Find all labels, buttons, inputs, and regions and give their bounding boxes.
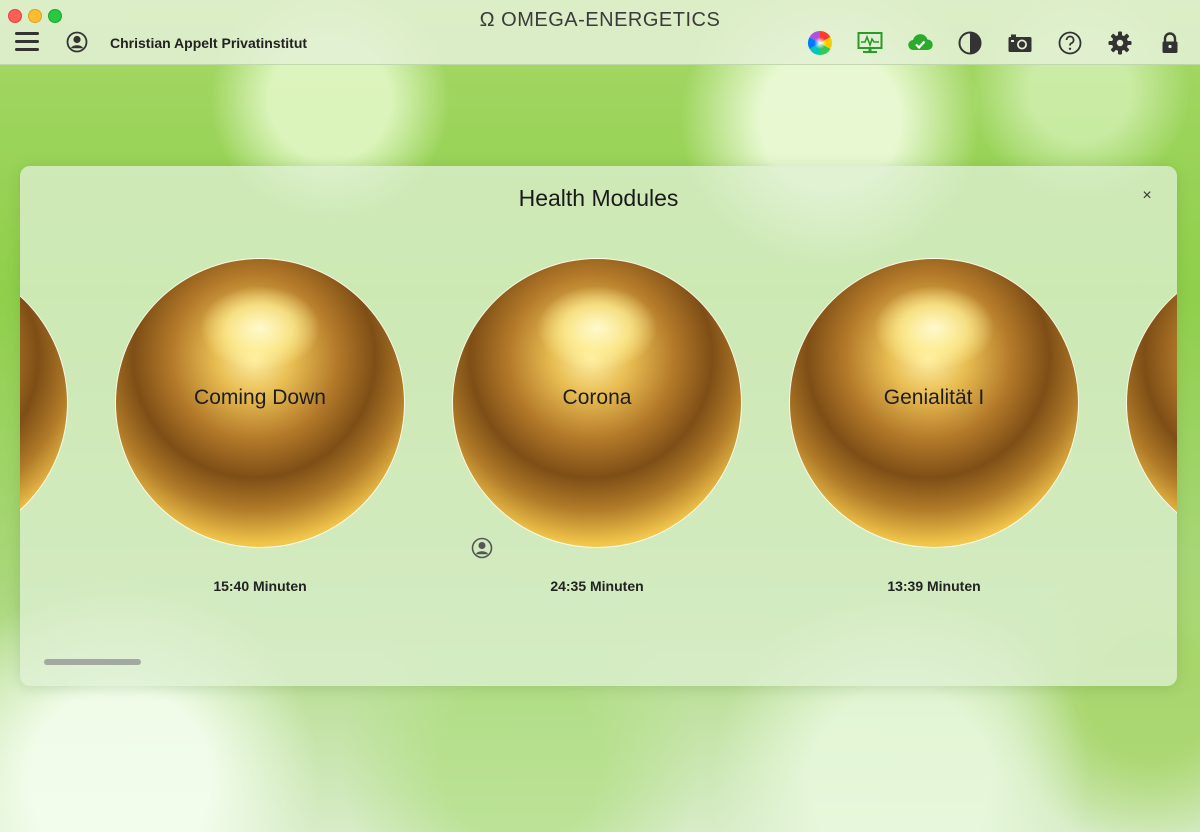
title-bar: Ω OMEGA-ENERGETICS Christian Appelt Priv… bbox=[0, 0, 1200, 65]
monitor-chart-icon[interactable] bbox=[857, 30, 883, 56]
module-sphere-genialitaet[interactable]: Genialität I bbox=[789, 258, 1079, 548]
cloud-check-icon[interactable] bbox=[907, 30, 933, 56]
gear-icon[interactable] bbox=[1107, 30, 1133, 56]
user-icon[interactable] bbox=[471, 537, 493, 559]
module-duration: 15:40 Minuten bbox=[213, 578, 307, 594]
close-icon[interactable]: × bbox=[1139, 188, 1155, 204]
organization-name: Christian Appelt Privatinstitut bbox=[110, 35, 308, 51]
app-title: Ω OMEGA-ENERGETICS bbox=[479, 9, 721, 31]
module-sphere-partial-left[interactable] bbox=[20, 258, 68, 548]
camera-icon[interactable] bbox=[1007, 30, 1033, 56]
lock-icon[interactable] bbox=[1157, 30, 1183, 56]
help-icon[interactable] bbox=[1057, 30, 1083, 56]
contrast-icon[interactable] bbox=[957, 30, 983, 56]
color-wheel-icon[interactable] bbox=[807, 30, 833, 56]
module-sphere-partial-right[interactable] bbox=[1126, 258, 1177, 548]
module-sphere-corona[interactable]: Corona bbox=[452, 258, 742, 548]
health-modules-dialog: Health Modules × Coming Down 15:40 Minut… bbox=[20, 166, 1177, 686]
module-duration: 13:39 Minuten bbox=[887, 578, 981, 594]
module-duration: 24:35 Minuten bbox=[550, 578, 644, 594]
menu-icon[interactable] bbox=[15, 32, 39, 52]
module-name: Genialität I bbox=[883, 386, 985, 409]
horizontal-scrollbar[interactable] bbox=[44, 659, 141, 665]
user-icon[interactable] bbox=[66, 31, 88, 53]
module-name: Coming Down bbox=[194, 386, 326, 409]
module-name: Corona bbox=[562, 386, 632, 409]
module-sphere-coming-down[interactable]: Coming Down bbox=[115, 258, 405, 548]
dialog-title: Health Modules bbox=[518, 185, 679, 211]
